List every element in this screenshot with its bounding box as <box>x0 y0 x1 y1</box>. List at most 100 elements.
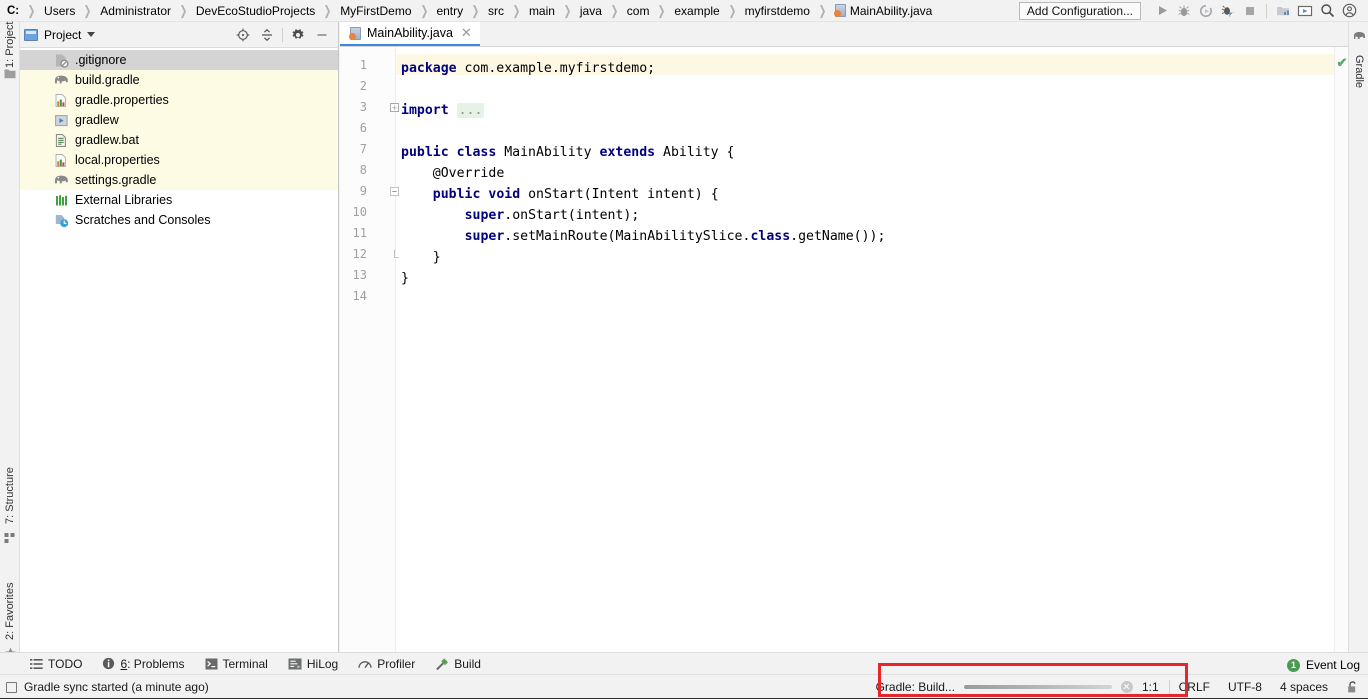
breadcrumb-item-mainability-java[interactable]: MainAbility.java <box>833 4 933 18</box>
code-token: super <box>464 229 505 244</box>
code-line: public class MainAbility extends Ability… <box>401 142 734 163</box>
status-message-group[interactable]: Gradle sync started (a minute ago) <box>0 680 209 694</box>
breadcrumb-item-com[interactable]: com <box>626 4 651 18</box>
hide-panel-icon[interactable] <box>310 24 334 46</box>
sidebar-tab-favorites[interactable]: 2: Favorites <box>0 577 20 645</box>
run-icon[interactable] <box>1151 1 1173 21</box>
tree-item-gitignore[interactable]: .gitignore <box>20 50 338 70</box>
chevron-down-icon[interactable] <box>87 32 96 37</box>
indent-label[interactable]: 4 spaces <box>1271 675 1337 699</box>
breadcrumb-separator: ❯ <box>512 2 521 18</box>
line-number-gutter[interactable]: 1 2 3 +6 7 8 9 10 11 12 13 14 <box>340 47 399 652</box>
project-panel-title-group[interactable]: Project <box>24 28 96 42</box>
collapse-all-icon[interactable] <box>255 24 279 46</box>
tool-problems[interactable]: 6: Problems <box>92 653 194 675</box>
java-class-icon <box>349 26 361 40</box>
caret-position[interactable]: 1:1 <box>1142 680 1159 694</box>
code-token: com.example.myfirstdemo; <box>456 61 656 76</box>
tool-hilog[interactable]: HiLog <box>278 653 348 675</box>
account-icon[interactable] <box>1338 1 1360 21</box>
code-line: public void onStart(Intent intent) { <box>433 184 719 205</box>
stop-icon <box>1239 1 1261 21</box>
inspection-gutter[interactable]: ✔ <box>1334 47 1348 652</box>
tool-terminal[interactable]: Terminal <box>195 653 278 675</box>
code-token: import <box>401 103 449 118</box>
sidebar-tab-project[interactable]: 1: Project <box>0 22 20 68</box>
line-separator-label[interactable]: CRLF <box>1170 675 1219 699</box>
code-token: MainAbility <box>496 145 600 160</box>
sdk-manager-icon[interactable] <box>1272 1 1294 21</box>
device-manager-icon[interactable] <box>1294 1 1316 21</box>
project-tree[interactable]: .gitignore build.gradle gradle.properties g… <box>20 48 338 230</box>
code-editor[interactable]: 1 2 3 +6 7 8 9 10 11 12 13 14 package com.example.m… <box>340 47 1348 652</box>
line-number: 1 <box>359 58 367 72</box>
code-token: public void <box>432 187 521 202</box>
project-panel-actions <box>231 24 334 46</box>
libraries-icon <box>54 193 69 208</box>
breadcrumb-item-myfirstdemo[interactable]: myfirstdemo <box>744 4 811 18</box>
sidebar-tab-structure[interactable]: 7: Structure <box>0 462 20 530</box>
project-view-icon <box>24 28 38 41</box>
tree-item-gradle-properties[interactable]: gradle.properties <box>20 90 338 110</box>
code-token: } <box>401 271 409 286</box>
breadcrumb[interactable]: C: ❯ Users ❯ Administrator ❯ DevEcoStudioProje… <box>0 0 1019 22</box>
breadcrumb-item-java[interactable]: java <box>579 4 603 18</box>
read-write-lock-icon[interactable] <box>1337 675 1368 699</box>
status-bar: Gradle sync started (a minute ago) Gradl… <box>0 674 1368 699</box>
select-opened-file-icon[interactable] <box>231 24 255 46</box>
tool-window-label: HiLog <box>306 656 339 671</box>
source-code[interactable]: package com.example.myfirstdemo; import .… <box>396 47 1348 652</box>
breadcrumb-item-c[interactable]: C: <box>6 5 20 17</box>
encoding-label[interactable]: UTF-8 <box>1219 675 1271 699</box>
breadcrumb-item-src[interactable]: src <box>487 4 505 18</box>
event-log-button[interactable]: 1 Event Log <box>1286 658 1360 672</box>
tree-item-gradlew-bat[interactable]: gradlew.bat <box>20 130 338 150</box>
gitignore-icon <box>54 53 69 68</box>
sidebar-tab-gradle[interactable]: Gradle <box>1349 46 1368 98</box>
breadcrumb-item-entry[interactable]: entry <box>435 4 464 18</box>
close-icon[interactable]: ✕ <box>461 25 472 41</box>
run-coverage-icon[interactable] <box>1195 1 1217 21</box>
code-token: .setMainRoute(MainAbilitySlice. <box>504 229 751 244</box>
java-class-icon <box>833 4 846 17</box>
breadcrumb-separator: ❯ <box>323 2 332 18</box>
tree-item-scratches-and-consoles[interactable]: Scratches and Consoles <box>20 210 338 230</box>
cancel-task-icon[interactable] <box>1120 681 1133 693</box>
tree-item-settings-gradle[interactable]: settings.gradle <box>20 170 338 190</box>
breadcrumb-item-administrator[interactable]: Administrator <box>99 4 172 18</box>
tree-item-label: gradle.properties <box>75 93 169 107</box>
tree-item-build-gradle[interactable]: build.gradle <box>20 70 338 90</box>
breadcrumb-item-users[interactable]: Users <box>43 4 76 18</box>
tree-item-external-libraries[interactable]: External Libraries <box>20 190 338 210</box>
background-task-progress[interactable]: Gradle: Build... 1:1 <box>866 675 1169 699</box>
settings-gear-icon[interactable] <box>286 24 310 46</box>
breadcrumb-separator: ❯ <box>728 2 736 18</box>
line-number: 8 <box>359 163 367 177</box>
search-everywhere-icon[interactable] <box>1316 1 1338 21</box>
code-token: public class <box>401 145 497 160</box>
editor-tab-label: MainAbility.java <box>367 26 453 40</box>
tree-item-gradlew[interactable]: gradlew <box>20 110 338 130</box>
tree-item-label: External Libraries <box>75 193 173 207</box>
breadcrumb-separator: ❯ <box>420 2 428 18</box>
tool-build[interactable]: Build <box>425 653 491 675</box>
tool-profiler[interactable]: Profiler <box>348 653 425 675</box>
breadcrumb-item-label: src <box>488 3 505 18</box>
add-configuration-button[interactable]: Add Configuration... <box>1018 1 1141 20</box>
profile-icon[interactable] <box>1217 1 1239 21</box>
code-line: super.onStart(intent); <box>465 205 640 226</box>
project-icon <box>4 68 16 80</box>
line-number: 6 <box>359 121 367 135</box>
breadcrumb-item-example[interactable]: example <box>673 4 720 18</box>
debug-icon[interactable] <box>1173 1 1195 21</box>
tool-todo[interactable]: TODO <box>20 653 92 675</box>
breadcrumb-item-myfirstdemo[interactable]: MyFirstDemo <box>339 4 412 18</box>
editor-tab-mainability[interactable]: MainAbility.java ✕ <box>340 22 480 46</box>
right-tool-strip: Gradle <box>1348 22 1368 652</box>
breadcrumb-separator: ❯ <box>84 2 92 18</box>
breadcrumb-item-devecostudioprojects[interactable]: DevEcoStudioProjects <box>195 4 316 18</box>
project-panel: Project .gitignore build.gradle gradle.p… <box>20 22 339 652</box>
tree-item-local-properties[interactable]: local.properties <box>20 150 338 170</box>
breadcrumb-item-main[interactable]: main <box>528 4 556 18</box>
line-number: 10 <box>352 205 367 219</box>
